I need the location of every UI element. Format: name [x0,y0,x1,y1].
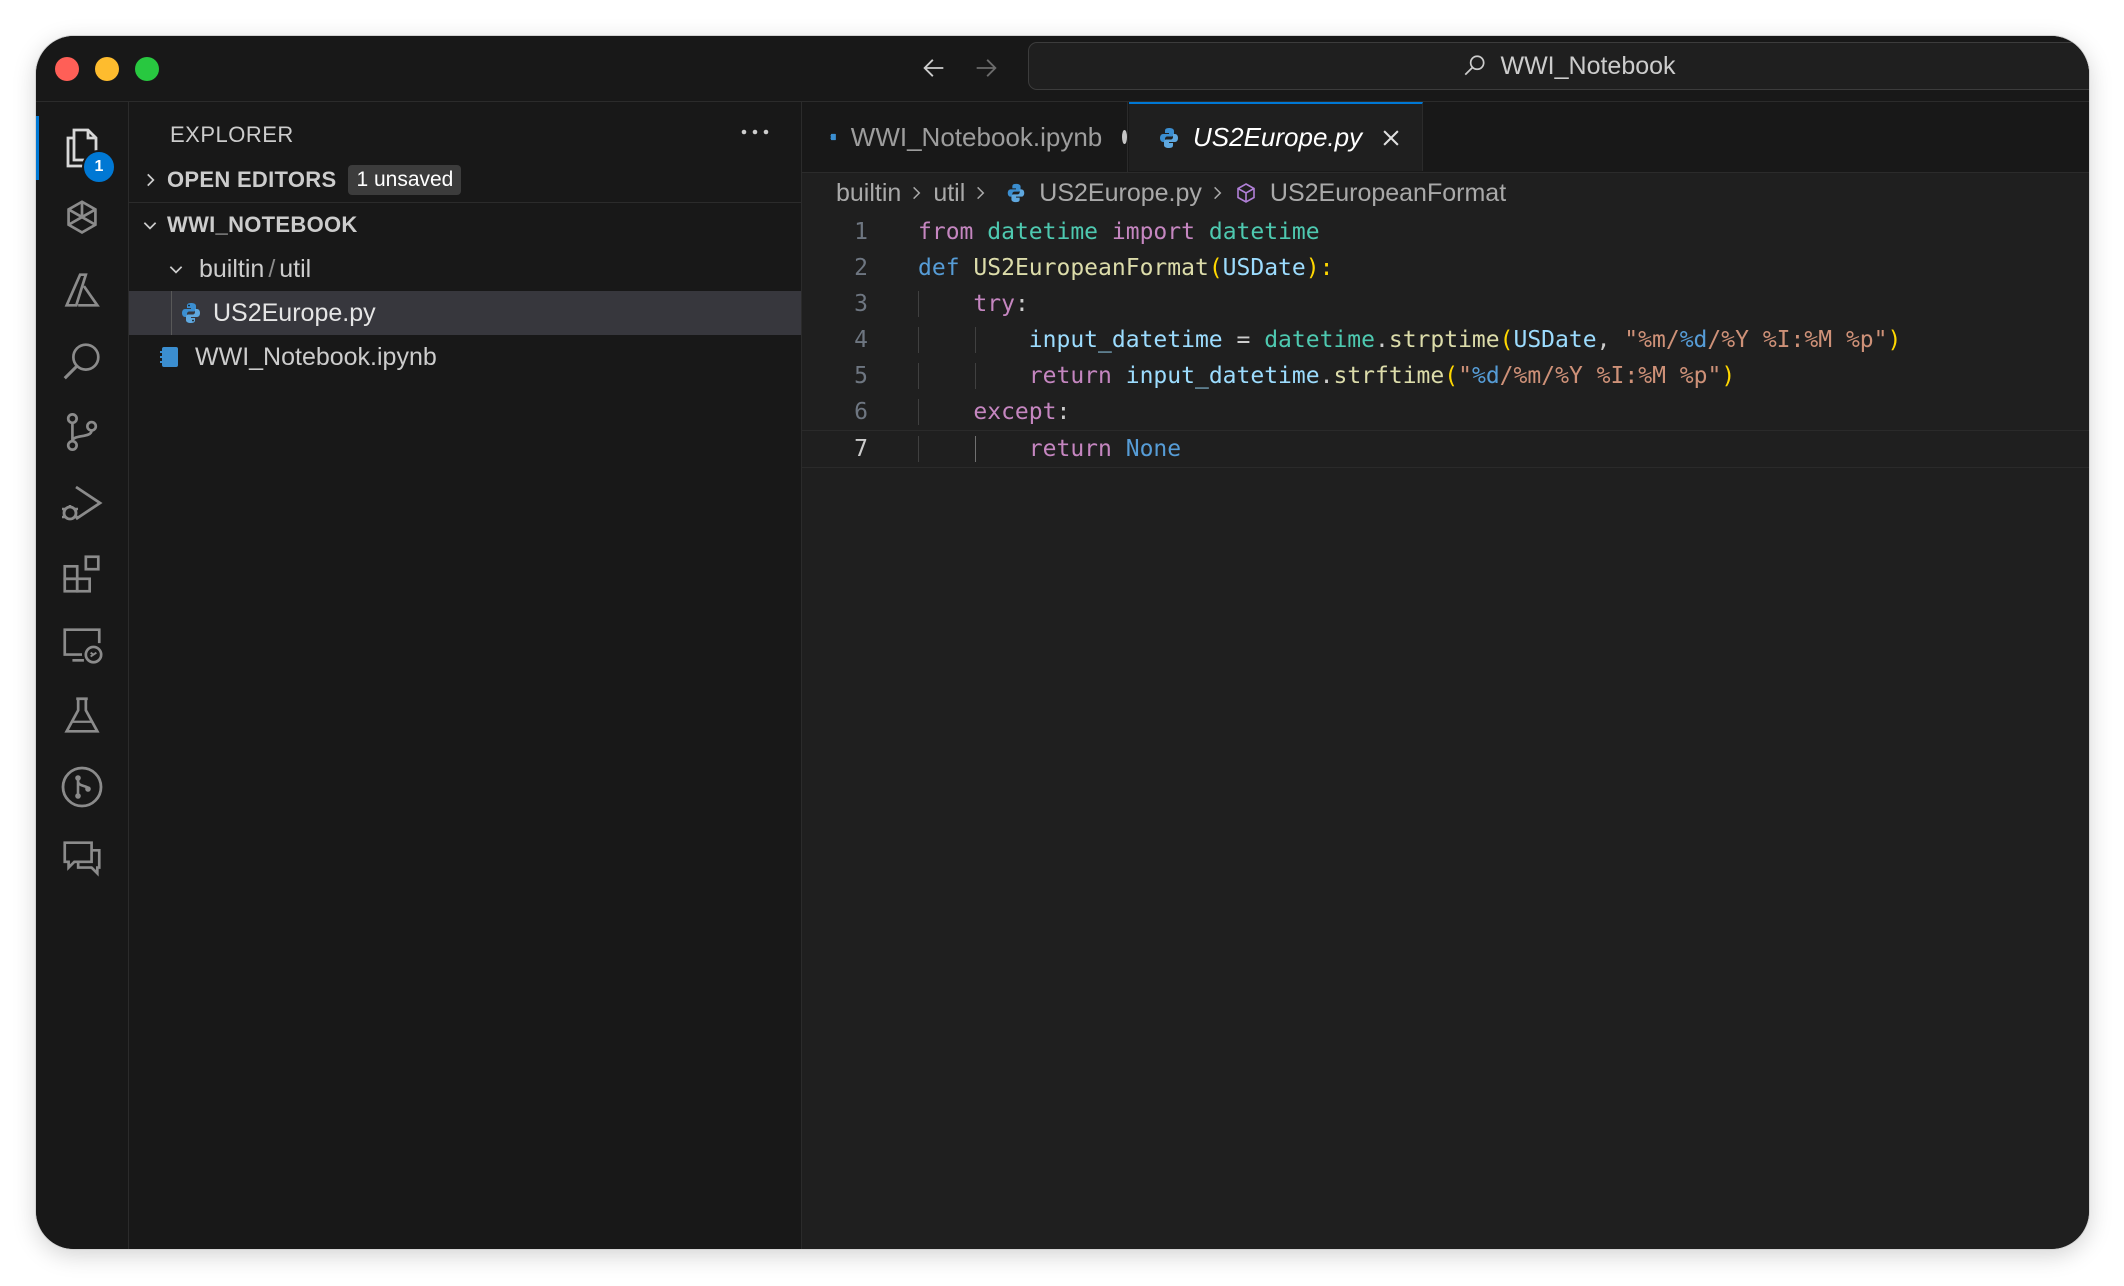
line-number: 5 [854,363,868,389]
code-text: try: [918,291,1029,317]
folder-name-builtin: builtin [199,254,265,283]
go-back-button[interactable] [916,50,952,86]
code-line: 1 from datetime import datetime [802,214,2089,250]
code-text: except: [918,399,1070,425]
code-line: 3 try: [802,286,2089,322]
close-tab-button[interactable] [1380,127,1402,149]
comments-icon [63,841,101,877]
unsaved-dot-icon[interactable] [1122,130,1127,144]
activity-chat[interactable] [36,812,128,904]
code-line-current: 7 return None [802,430,2089,468]
git-pull-request-icon [61,766,103,808]
minimize-window-button[interactable] [95,57,119,81]
file-name: WWI_Notebook.ipynb [195,342,437,371]
code-text: return None [918,436,1181,462]
search-icon [63,343,100,380]
activity-bar: 1 [36,102,129,1249]
run-debug-icon [62,485,103,521]
folder-path-separator: / [268,254,276,283]
tab-label: WWI_Notebook.ipynb [850,121,1103,152]
python-file-icon [1160,127,1178,148]
chevron-down-icon [163,256,189,282]
flask-icon [64,697,100,733]
openai-knot-icon [67,200,97,234]
indent-guide [171,291,172,335]
explorer-sidebar: EXPLORER OPEN EDITORS 1 unsaved WWI_NOTE… [129,102,802,1249]
folder-builtin-util[interactable]: builtin / util [129,247,801,291]
line-number: 4 [854,327,868,353]
chevron-right-icon [907,184,927,202]
sidebar-title: EXPLORER [170,122,294,147]
file-item-us2europe[interactable]: US2Europe.py [129,291,801,335]
breadcrumb: builtin util US2Europe.py US2EuropeanFor… [802,172,2089,214]
python-file-icon [182,303,200,323]
breadcrumb-item-file[interactable]: US2Europe.py [1039,179,1202,208]
command-center-search[interactable]: WWI_Notebook [1028,42,2089,90]
file-item-wwi-notebook[interactable]: WWI_Notebook.ipynb [129,335,801,379]
breadcrumb-item-builtin[interactable]: builtin [836,179,901,208]
code-text: from datetime import datetime [918,219,1320,245]
arrow-right-icon [976,59,997,77]
maximize-window-button[interactable] [135,57,159,81]
chevron-right-icon [971,184,991,202]
search-icon [1465,55,1486,76]
code-line: 6 except: [802,394,2089,430]
arrow-left-icon [923,59,944,77]
code-text: def US2EuropeanFormat(USDate): [918,255,1334,281]
title-bar: WWI_Notebook [36,36,2089,102]
tab-wwi-notebook[interactable]: WWI_Notebook.ipynb [802,102,1128,172]
source-control-icon [66,413,98,451]
code-editor[interactable]: 1 from datetime import datetime 2 def US… [802,214,2089,1249]
line-number: 7 [854,436,868,462]
code-text: return input_datetime.strftime("%d/%m/%Y… [918,363,1735,389]
file-name: US2Europe.py [213,298,376,327]
command-center-label: WWI_Notebook [1500,51,1676,80]
workspace-section[interactable]: WWI_NOTEBOOK [129,203,801,247]
editor-tabs: WWI_Notebook.ipynb US2Europe.py [802,102,2089,173]
folder-name-util: util [279,254,312,283]
tab-label: US2Europe.py [1193,122,1363,152]
notebook-file-icon [160,347,178,367]
code-line: 4 input_datetime = datetime.strptime(USD… [802,322,2089,358]
code-line: 2 def US2EuropeanFormat(USDate): [802,250,2089,286]
code-line: 5 return input_datetime.strftime("%d/%m/… [802,358,2089,394]
editor-area: WWI_Notebook.ipynb US2Europe.py builtin … [802,102,2089,1249]
chevron-right-icon [1208,184,1228,202]
symbol-method-icon [1237,183,1255,203]
azure-icon [64,273,100,307]
notebook-file-icon [830,133,836,141]
line-number: 3 [854,291,868,317]
code-text: input_datetime = datetime.strptime(USDat… [918,327,1901,353]
close-icon [1383,129,1399,146]
breadcrumb-item-util[interactable]: util [933,179,965,208]
open-editors-section[interactable]: OPEN EDITORS 1 unsaved [129,158,801,202]
vscode-window: WWI_Notebook 1 EXPLORER OPEN EDITORS 1 u… [36,36,2089,1249]
ellipsis-icon [741,129,769,135]
explorer-more-actions[interactable] [735,114,775,150]
chevron-right-icon [137,167,163,193]
python-file-icon [1008,183,1025,203]
breadcrumb-item-symbol[interactable]: US2EuropeanFormat [1270,179,1506,208]
line-number: 6 [854,399,868,425]
workspace-label: WWI_NOTEBOOK [167,212,358,237]
unsaved-badge: 1 unsaved [348,165,462,195]
extensions-icon [63,555,100,593]
remote-explorer-icon [63,628,103,664]
line-number: 1 [854,219,868,245]
tab-us2europe[interactable]: US2Europe.py [1129,102,1423,171]
close-window-button[interactable] [55,57,79,81]
chevron-down-icon [137,212,163,238]
go-forward-button[interactable] [968,50,1004,86]
open-editors-label: OPEN EDITORS [167,167,337,192]
line-number: 2 [854,255,868,281]
